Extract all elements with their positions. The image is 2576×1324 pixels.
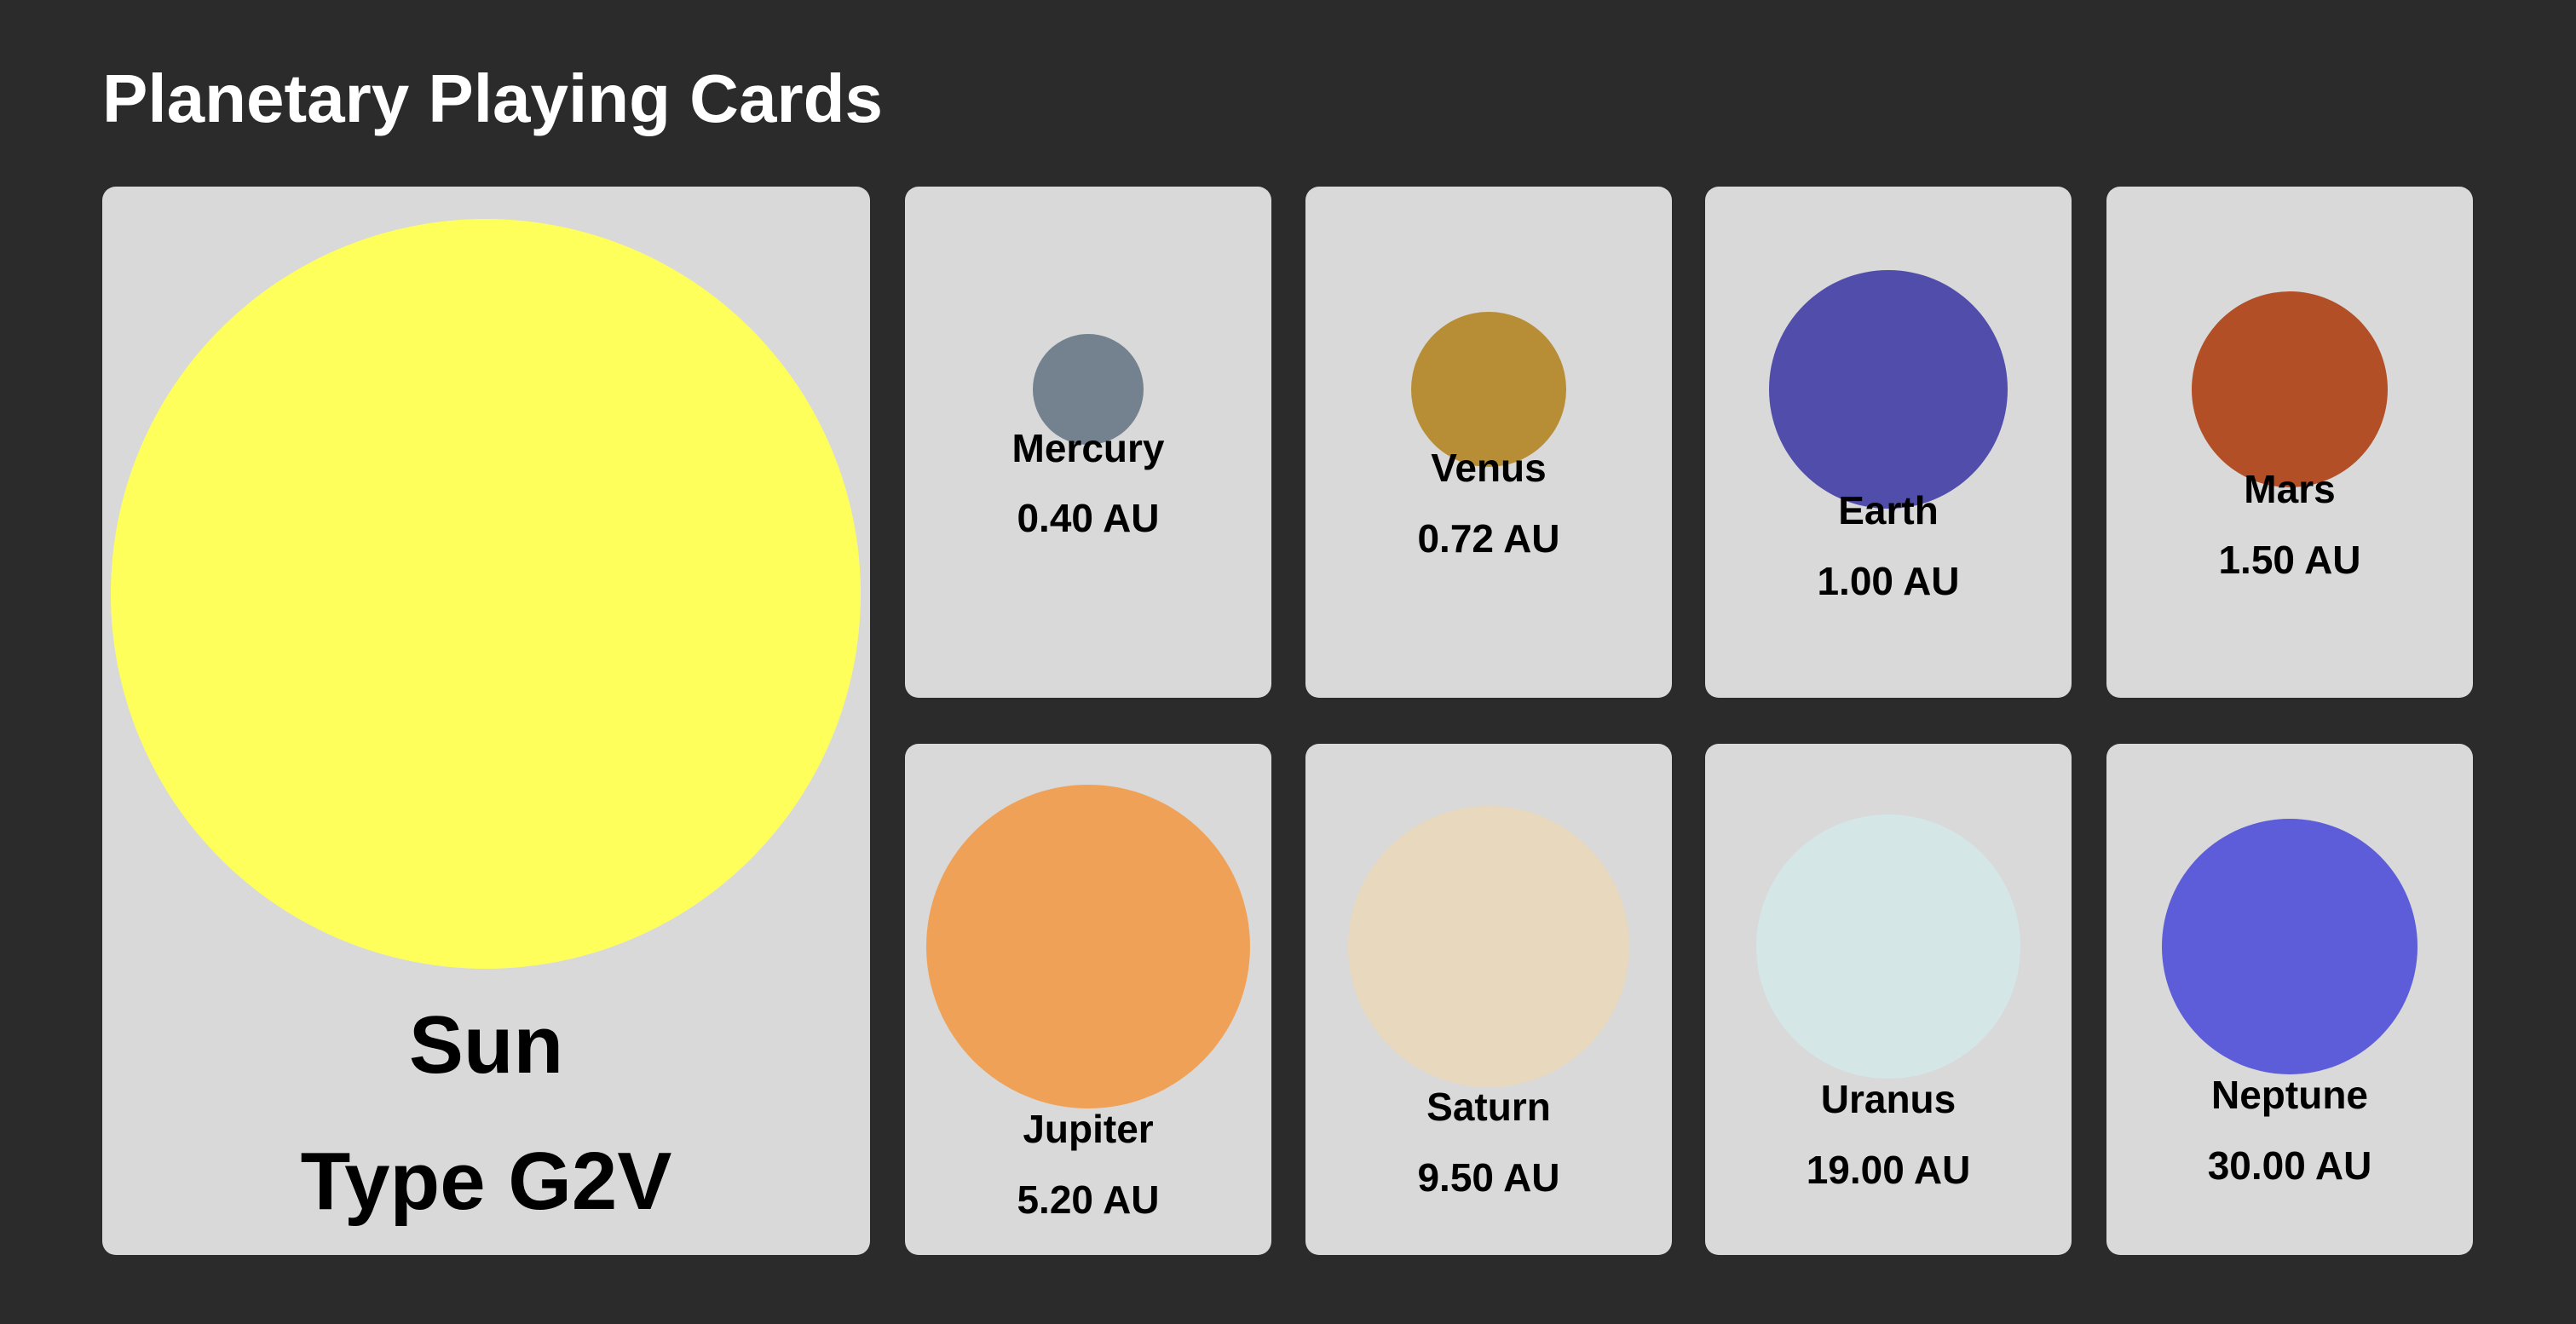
planet-card-jupiter: Jupiter 5.20 AU <box>905 744 1271 1255</box>
planet-distance: 9.50 AU <box>1417 1155 1560 1200</box>
planet-distance: 30.00 AU <box>2207 1143 2372 1188</box>
sun-name: Sun <box>408 999 564 1091</box>
planet-name: Uranus <box>1820 1077 1956 1121</box>
jupiter-circle <box>926 785 1250 1108</box>
neptune-circle <box>2162 819 2418 1074</box>
planet-distance: 0.72 AU <box>1417 516 1560 561</box>
page-title: Planetary Playing Cards <box>102 60 883 136</box>
planet-name: Earth <box>1838 488 1939 532</box>
planet-name: Jupiter <box>1023 1107 1154 1151</box>
sun-type: Type G2V <box>300 1136 672 1227</box>
planet-name: Saturn <box>1426 1085 1551 1129</box>
saturn-circle <box>1348 806 1629 1087</box>
uranus-circle <box>1756 815 2020 1079</box>
planet-distance: 1.50 AU <box>2218 538 2361 582</box>
sun-circle <box>111 219 861 969</box>
earth-circle <box>1769 270 2008 509</box>
venus-circle <box>1411 312 1566 467</box>
planet-card-neptune: Neptune 30.00 AU <box>2106 744 2473 1255</box>
planet-name: Mercury <box>1011 426 1165 470</box>
planet-distance: 1.00 AU <box>1817 559 1960 603</box>
planet-name: Venus <box>1431 446 1547 490</box>
planet-distance: 0.40 AU <box>1017 496 1160 540</box>
planet-card-saturn: Saturn 9.50 AU <box>1305 744 1672 1255</box>
planet-card-mars: Mars 1.50 AU <box>2106 187 2473 698</box>
planet-name: Neptune <box>2211 1073 2368 1117</box>
planet-name: Mars <box>2244 467 2336 511</box>
planet-card-mercury: Mercury 0.40 AU <box>905 187 1271 698</box>
planet-card-uranus: Uranus 19.00 AU <box>1705 744 2072 1255</box>
planet-card-venus: Venus 0.72 AU <box>1305 187 1672 698</box>
planet-card-earth: Earth 1.00 AU <box>1705 187 2072 698</box>
planet-distance: 5.20 AU <box>1017 1177 1160 1222</box>
mars-circle <box>2192 291 2388 487</box>
planet-distance: 19.00 AU <box>1806 1148 1971 1192</box>
sun-card: Sun Type G2V <box>102 187 870 1255</box>
